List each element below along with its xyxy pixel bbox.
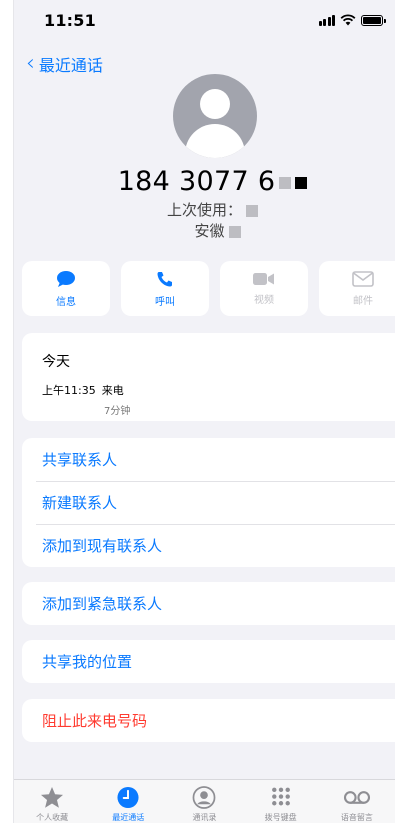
tab-favorites-label: 个人收藏 — [36, 813, 69, 822]
contact-avatar — [173, 74, 257, 158]
redacted-block — [279, 176, 292, 189]
phone-number: 184 3077 6 — [0, 166, 395, 197]
status-bar: 11:51 — [0, 0, 395, 40]
background-app-edge — [0, 0, 14, 823]
mail-button[interactable]: 邮件 — [319, 261, 395, 316]
status-icons — [318, 14, 386, 26]
last-used-line: 上次使用： — [0, 199, 395, 220]
mail-label: 邮件 — [353, 295, 373, 307]
call-type: 来电 — [101, 384, 124, 397]
phone-number-text: 184 3077 6 — [117, 166, 276, 197]
call-history-row: 上午11:35 来电 — [42, 382, 395, 398]
signal-icon — [318, 14, 335, 26]
tab-contacts[interactable]: 通讯录 — [169, 786, 239, 823]
wifi-icon — [340, 14, 356, 26]
share-location-card: 共享我的位置 — [22, 640, 395, 683]
block-caller-button[interactable]: 阻止此来电号码 — [22, 699, 395, 742]
contacts-icon — [193, 786, 216, 809]
call-label: 呼叫 — [155, 296, 175, 308]
redacted-block — [246, 204, 258, 217]
redacted-block — [228, 225, 241, 238]
location-line: 安徽 — [0, 220, 395, 241]
call-button[interactable]: 呼叫 — [121, 261, 209, 316]
tab-keypad[interactable]: 拨号键盘 — [246, 786, 316, 823]
phone-icon — [157, 271, 172, 286]
tab-contacts-label: 通讯录 — [192, 813, 217, 822]
back-button[interactable]: ‹ 最近通话 — [26, 52, 103, 76]
message-icon — [57, 270, 75, 287]
video-icon — [253, 272, 274, 285]
video-label: 视频 — [254, 294, 274, 306]
voicemail-icon — [343, 791, 370, 804]
call-duration: 7分钟 — [104, 406, 131, 417]
block-card: 阻止此来电号码 — [22, 699, 395, 742]
contact-options-card: 共享联系人 新建联系人 添加到现有联系人 — [22, 438, 395, 567]
action-buttons: 信息 呼叫 视频 邮件 — [22, 261, 395, 316]
tab-keypad-label: 拨号键盘 — [264, 813, 297, 822]
chevron-left-icon: ‹ — [26, 51, 35, 76]
tab-recents-label: 最近通话 — [112, 813, 145, 822]
battery-icon — [361, 14, 386, 26]
share-location-button[interactable]: 共享我的位置 — [22, 640, 395, 683]
video-button[interactable]: 视频 — [220, 261, 308, 316]
mail-icon — [352, 270, 374, 287]
keypad-icon — [271, 787, 290, 806]
star-icon — [41, 786, 64, 808]
location-label: 安徽 — [194, 222, 225, 240]
redacted-block — [295, 176, 308, 189]
tab-recents[interactable]: 最近通话 — [93, 786, 163, 823]
call-time: 上午11:35 — [42, 384, 96, 397]
new-contact-button[interactable]: 新建联系人 — [22, 481, 395, 524]
tab-bar: 个人收藏 最近通话 通讯录 拨号键盘 语音留言 — [14, 779, 395, 823]
tab-voicemail[interactable]: 语音留言 — [322, 786, 392, 823]
back-label: 最近通话 — [38, 56, 103, 75]
clock-icon — [117, 786, 139, 809]
message-button[interactable]: 信息 — [22, 261, 110, 316]
emergency-card: 添加到紧急联系人 — [22, 582, 395, 625]
share-contact-button[interactable]: 共享联系人 — [22, 438, 395, 481]
call-history-card: 今天 上午11:35 来电 7分钟 — [22, 333, 395, 421]
last-used-label: 上次使用： — [166, 201, 242, 219]
message-label: 信息 — [56, 296, 76, 308]
tab-favorites[interactable]: 个人收藏 — [17, 786, 87, 823]
add-emergency-contact-button[interactable]: 添加到紧急联系人 — [22, 582, 395, 625]
status-time: 11:51 — [44, 10, 96, 30]
add-to-existing-contact-button[interactable]: 添加到现有联系人 — [22, 524, 395, 567]
tab-voicemail-label: 语音留言 — [340, 813, 373, 822]
call-history-date: 今天 — [42, 354, 70, 370]
